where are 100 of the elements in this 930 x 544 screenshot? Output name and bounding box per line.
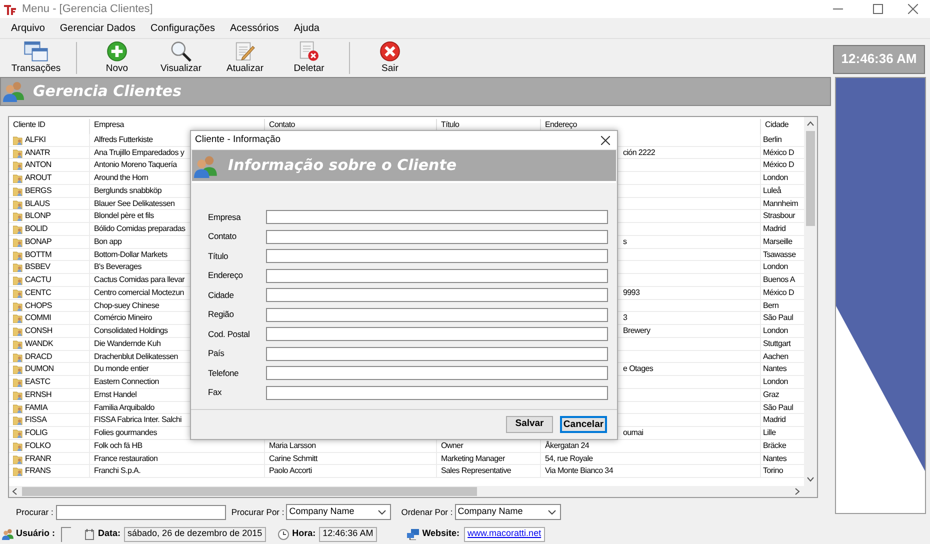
field-label: Título bbox=[208, 250, 230, 262]
time-field: 12:46:36 AM bbox=[318, 526, 378, 542]
input-field[interactable] bbox=[266, 308, 608, 322]
order-by-dropdown[interactable]: Company Name bbox=[454, 504, 561, 520]
date-label: Data: bbox=[98, 527, 121, 540]
menu-item[interactable]: Ajuda bbox=[294, 20, 320, 36]
folder-user-icon bbox=[13, 198, 23, 209]
menu-item[interactable]: Arquivo bbox=[11, 20, 45, 36]
folder-user-icon bbox=[13, 338, 23, 349]
horizontal-scrollbar[interactable] bbox=[9, 486, 817, 498]
folder-user-icon bbox=[13, 300, 23, 311]
users-icon bbox=[194, 154, 218, 178]
column-header[interactable]: Título bbox=[441, 120, 460, 129]
field-label: Empresa bbox=[208, 210, 242, 224]
toolbar-button[interactable]: Sair bbox=[358, 40, 422, 76]
table-cell: WANDK bbox=[25, 338, 53, 350]
scroll-up-icon[interactable] bbox=[807, 120, 814, 126]
table-cell: Drachenblut Delikatessen bbox=[94, 350, 178, 362]
field-label: Cidade bbox=[208, 288, 235, 302]
input-field[interactable] bbox=[266, 366, 608, 380]
document-pencil-icon bbox=[233, 41, 257, 62]
table-cell: Brewery bbox=[623, 325, 650, 337]
scrollbar-thumb[interactable] bbox=[806, 130, 815, 226]
folder-user-icon bbox=[13, 211, 23, 222]
folder-user-icon bbox=[13, 173, 23, 184]
scroll-left-icon[interactable] bbox=[12, 488, 17, 496]
table-cell: Buenos A bbox=[763, 274, 795, 286]
table-cell: ERNSH bbox=[25, 388, 52, 401]
table-cell: ANATR bbox=[25, 146, 50, 158]
table-cell: Via Monte Bianco 34 bbox=[545, 465, 613, 478]
table-cell: Around the Horn bbox=[94, 172, 148, 184]
table-cell: s bbox=[623, 236, 627, 248]
folder-user-icon bbox=[13, 390, 23, 400]
folder-user-icon bbox=[13, 326, 23, 336]
folder-user-icon bbox=[13, 236, 23, 247]
input-field[interactable] bbox=[266, 230, 608, 244]
toolbar-button[interactable]: Atualizar bbox=[213, 40, 277, 76]
column-header[interactable]: Empresa bbox=[94, 120, 124, 129]
clock-icon bbox=[278, 528, 290, 540]
dialog-button[interactable]: Cancelar bbox=[560, 416, 607, 433]
folder-user-icon bbox=[13, 377, 23, 388]
close-icon[interactable] bbox=[908, 4, 918, 14]
table-cell: DUMON bbox=[25, 363, 54, 376]
dialog-heading: Informação sobre o Cliente bbox=[228, 155, 457, 176]
search-by-dropdown[interactable]: Company Name bbox=[286, 504, 392, 520]
toolbar-button[interactable]: Visualizar bbox=[149, 40, 213, 76]
search-field[interactable] bbox=[56, 504, 226, 520]
table-cell: México D bbox=[763, 159, 794, 172]
column-header[interactable]: Endereço bbox=[545, 120, 577, 129]
network-icon bbox=[407, 528, 420, 540]
column-header[interactable]: Cidade bbox=[765, 120, 789, 129]
scroll-right-icon[interactable] bbox=[795, 488, 800, 496]
table-cell: Nantes bbox=[763, 363, 787, 376]
toolbar-button[interactable]: Novo bbox=[85, 40, 149, 76]
dialog-button[interactable]: Salvar bbox=[506, 416, 553, 433]
users-icon bbox=[3, 80, 25, 102]
table-cell: CHOPS bbox=[25, 300, 52, 312]
table-cell: Familia Arquibaldo bbox=[94, 402, 154, 414]
window-title: Menu - [Gerencia Clientes] bbox=[22, 2, 153, 17]
maximize-icon[interactable] bbox=[873, 4, 883, 14]
toolbar-button[interactable]: Transações bbox=[4, 40, 68, 76]
input-field[interactable] bbox=[266, 288, 608, 302]
input-field[interactable] bbox=[266, 249, 608, 263]
vertical-scrollbar[interactable] bbox=[804, 116, 817, 486]
folder-user-icon bbox=[13, 428, 23, 438]
table-cell: Chop-suey Chinese bbox=[94, 300, 160, 312]
document-delete-icon bbox=[297, 41, 321, 62]
table-cell: BLONP bbox=[25, 210, 51, 222]
input-field[interactable] bbox=[266, 346, 608, 360]
input-field[interactable] bbox=[266, 327, 608, 341]
table-cell: Centro comercial Moctezun bbox=[94, 286, 184, 299]
caret-icon bbox=[548, 510, 556, 515]
table-cell: Madrid bbox=[763, 223, 786, 235]
table-cell: ción 2222 bbox=[623, 146, 655, 158]
table-cell: BOLID bbox=[25, 223, 48, 235]
menu-item[interactable]: Acessórios bbox=[230, 20, 279, 36]
close-icon[interactable] bbox=[601, 136, 610, 144]
table-cell: AROUT bbox=[25, 172, 52, 184]
input-field[interactable] bbox=[266, 210, 608, 224]
input-field[interactable] bbox=[266, 268, 608, 282]
table-cell: Ernst Handel bbox=[94, 388, 137, 401]
table-cell: BSBEV bbox=[25, 261, 50, 274]
scrollbar-thumb[interactable] bbox=[22, 487, 477, 496]
folder-user-icon bbox=[13, 352, 23, 362]
table-cell: FOLKO bbox=[25, 440, 51, 452]
table-cell: BERGS bbox=[25, 184, 52, 197]
input-field[interactable] bbox=[266, 386, 608, 400]
column-header[interactable]: Cliente ID bbox=[13, 120, 46, 129]
table-cell: BLAUS bbox=[25, 198, 50, 210]
table-cell: Nantes bbox=[763, 452, 787, 464]
folder-user-icon bbox=[13, 402, 23, 413]
table-cell: Die Wandernde Kuh bbox=[94, 338, 161, 350]
menu-item[interactable]: Gerenciar Dados bbox=[60, 20, 136, 36]
scroll-down-icon[interactable] bbox=[807, 477, 814, 482]
table-cell: BOTTM bbox=[25, 248, 52, 260]
column-header[interactable]: Contato bbox=[269, 120, 295, 129]
toolbar-button[interactable]: Deletar bbox=[277, 40, 341, 76]
table-cell: ALFKI bbox=[25, 134, 46, 146]
folder-user-icon bbox=[13, 275, 23, 286]
menu-item[interactable]: Configurações bbox=[150, 20, 215, 36]
